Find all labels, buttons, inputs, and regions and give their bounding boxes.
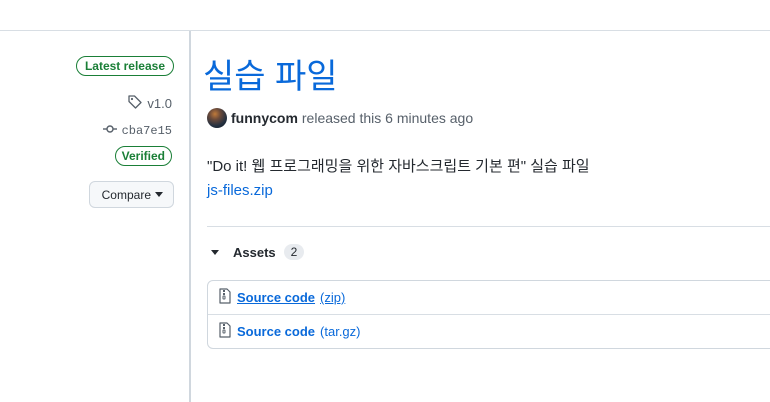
- triangle-down-icon: [211, 249, 219, 255]
- asset-source-zip[interactable]: Source code (zip): [208, 281, 770, 314]
- release-title[interactable]: 실습 파일: [203, 55, 338, 99]
- tag-label: v1.0: [147, 96, 172, 111]
- assets-label: Assets: [233, 244, 276, 260]
- release-byline: funnycom released this 6 minutes ago: [207, 108, 473, 128]
- tag-link[interactable]: v1.0: [127, 94, 172, 113]
- assets-count: 2: [283, 244, 305, 260]
- compare-label: Compare: [101, 187, 151, 202]
- tag-icon: [127, 94, 143, 113]
- commit-link[interactable]: cba7e15: [102, 121, 172, 141]
- asset-name[interactable]: Source code: [237, 324, 315, 339]
- file-zip-icon: [218, 288, 232, 307]
- asset-ext[interactable]: (tar.gz): [320, 324, 360, 339]
- section-divider: [207, 226, 770, 227]
- release-description: "Do it! 웹 프로그래밍을 위한 자바스크립트 기본 편" 실습 파일: [207, 158, 590, 175]
- latest-release-badge: Latest release: [75, 56, 174, 76]
- chevron-down-icon: [155, 192, 163, 197]
- verified-badge[interactable]: Verified: [114, 146, 172, 166]
- top-divider: [0, 30, 770, 31]
- author-link[interactable]: funnycom: [231, 110, 298, 126]
- asset-source-targz[interactable]: Source code (tar.gz): [208, 314, 770, 348]
- avatar[interactable]: [207, 108, 227, 128]
- git-commit-icon: [102, 121, 118, 141]
- asset-name[interactable]: Source code: [237, 290, 315, 305]
- file-zip-icon: [218, 322, 232, 341]
- commit-hash: cba7e15: [121, 124, 172, 138]
- assets-toggle[interactable]: Assets 2: [211, 244, 305, 260]
- compare-button[interactable]: Compare: [88, 181, 174, 208]
- file-link[interactable]: js-files.zip: [207, 182, 273, 199]
- asset-ext[interactable]: (zip): [320, 290, 345, 305]
- timeline-divider: [189, 31, 191, 402]
- assets-list: Source code (zip) Source code (tar.gz): [207, 280, 770, 349]
- released-text: released this 6 minutes ago: [301, 110, 474, 126]
